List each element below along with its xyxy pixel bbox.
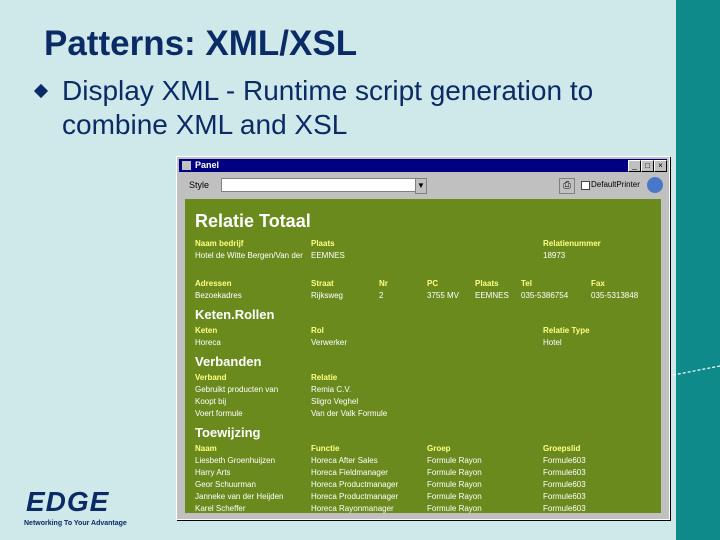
- verbanden-cell: Voert formule: [195, 409, 243, 418]
- address-header: Straat: [311, 279, 334, 288]
- keten-header: Keten: [195, 326, 218, 335]
- toewijzing-header: Groepslid: [543, 444, 581, 453]
- toewijzing-cell: Horeca After Sales: [311, 456, 378, 465]
- toewijzing-cell: Horeca Productmanager: [311, 480, 399, 489]
- slide: Patterns: XML/XSL Display XML - Runtime …: [0, 0, 720, 540]
- globe-icon[interactable]: [647, 177, 663, 193]
- verbanden-header: Verband: [195, 373, 227, 382]
- toewijzing-header: Groep: [427, 444, 451, 453]
- default-printer-label: DefaultPrinter: [591, 180, 640, 189]
- keten-value: Horeca: [195, 338, 221, 347]
- default-printer-checkbox[interactable]: [581, 181, 590, 190]
- address-header: PC: [427, 279, 439, 288]
- bullet-text: Display XML - Runtime script generation …: [62, 75, 594, 140]
- toewijzing-cell: Formule Rayon: [427, 456, 482, 465]
- toewijzing-cell: Formule Rayon: [427, 492, 482, 501]
- keten-value: Hotel: [543, 338, 562, 347]
- company-city: EEMNES: [311, 251, 345, 260]
- toewijzing-cell: Geor Schuurman: [195, 480, 256, 489]
- keten-header: Rol: [311, 326, 324, 335]
- panel-window: Panel _ □ × Style ▼ ⎙ DefaultPrinter Rel…: [176, 156, 670, 520]
- close-button[interactable]: ×: [654, 160, 667, 172]
- verbanden-cell: Sligro Veghel: [311, 397, 359, 406]
- right-decorative-band: [676, 0, 720, 540]
- report-title: Relatie Totaal: [195, 211, 311, 231]
- toolbar: Style ▼ ⎙ DefaultPrinter: [179, 174, 667, 196]
- window-titlebar[interactable]: Panel _ □ ×: [179, 159, 667, 172]
- toewijzing-cell: Formule Rayon: [427, 504, 482, 513]
- address-header: Adressen: [195, 279, 232, 288]
- keten-header: Relatie Type: [543, 326, 590, 335]
- edge-logo: EDGE Networking To Your Advantage: [20, 486, 170, 534]
- verbanden-cell: Gebruikt producten van: [195, 385, 279, 394]
- keten-value: Verwerker: [311, 338, 348, 347]
- toewijzing-cell: Harry Arts: [195, 468, 231, 477]
- verbanden-header: Relatie: [311, 373, 338, 382]
- toewijzing-cell: Karel Scheffer: [195, 504, 246, 513]
- company-name: Hotel de Witte Bergen/Van der: [195, 251, 303, 260]
- toewijzing-cell: Liesbeth Groenhuijzen: [195, 456, 276, 465]
- style-dropdown-button[interactable]: ▼: [415, 178, 427, 194]
- logo-word: EDGE: [26, 486, 110, 517]
- report-content: Relatie Totaal Naam bedrijf Plaats Relat…: [185, 199, 661, 513]
- address-value: Rijksweg: [311, 291, 344, 300]
- window-title: Panel: [195, 160, 220, 170]
- style-select[interactable]: [221, 178, 417, 192]
- address-value: 035-5313848: [591, 291, 639, 300]
- section-heading-verbanden: Verbanden: [195, 354, 262, 369]
- address-header: Plaats: [475, 279, 499, 288]
- section-heading-toewijzing: Toewijzing: [195, 425, 261, 440]
- verbanden-cell: Van der Valk Formule: [311, 409, 388, 418]
- style-label: Style: [189, 180, 210, 190]
- printer-icon[interactable]: ⎙: [559, 178, 575, 194]
- address-value: 035-5386754: [521, 291, 569, 300]
- toewijzing-cell: Formule603: [543, 504, 586, 513]
- verbanden-cell: Remia C.V.: [311, 385, 352, 394]
- toewijzing-cell: Janneke van der Heijden: [195, 492, 284, 501]
- address-header: Tel: [521, 279, 532, 288]
- dashed-line-decoration: [668, 365, 720, 377]
- toewijzing-cell: Formule603: [543, 492, 586, 501]
- toewijzing-cell: Formule Rayon: [427, 480, 482, 489]
- address-value: EEMNES: [475, 291, 509, 300]
- company-header-name: Naam bedrijf: [195, 239, 244, 248]
- bullet-diamond-icon: [33, 83, 49, 99]
- toewijzing-header: Naam: [195, 444, 217, 453]
- company-header-city: Plaats: [311, 239, 335, 248]
- toewijzing-cell: Horeca Productmanager: [311, 492, 399, 501]
- toewijzing-cell: Horeca Fieldmanager: [311, 468, 388, 477]
- address-value: Bezoekadres: [195, 291, 242, 300]
- toewijzing-cell: Horeca Rayonmanager: [311, 504, 394, 513]
- company-header-number: Relatienummer: [543, 239, 601, 248]
- address-value: 2: [379, 291, 384, 300]
- verbanden-cell: Koopt bij: [195, 397, 227, 406]
- toewijzing-cell: Formule603: [543, 480, 586, 489]
- section-heading-keten: Keten.Rollen: [195, 307, 275, 322]
- minimize-button[interactable]: _: [628, 160, 641, 172]
- address-header: Nr: [379, 279, 388, 288]
- toewijzing-cell: Formule Rayon: [427, 468, 482, 477]
- app-icon: [182, 161, 191, 170]
- company-number: 18973: [543, 251, 566, 260]
- maximize-button[interactable]: □: [641, 160, 654, 172]
- toewijzing-cell: Formule603: [543, 456, 586, 465]
- toewijzing-header: Functie: [311, 444, 340, 453]
- address-header: Fax: [591, 279, 605, 288]
- toewijzing-cell: Formule603: [543, 468, 586, 477]
- logo-tagline: Networking To Your Advantage: [24, 520, 127, 527]
- slide-title: Patterns: XML/XSL: [44, 24, 358, 63]
- address-value: 3755 MV: [427, 291, 460, 300]
